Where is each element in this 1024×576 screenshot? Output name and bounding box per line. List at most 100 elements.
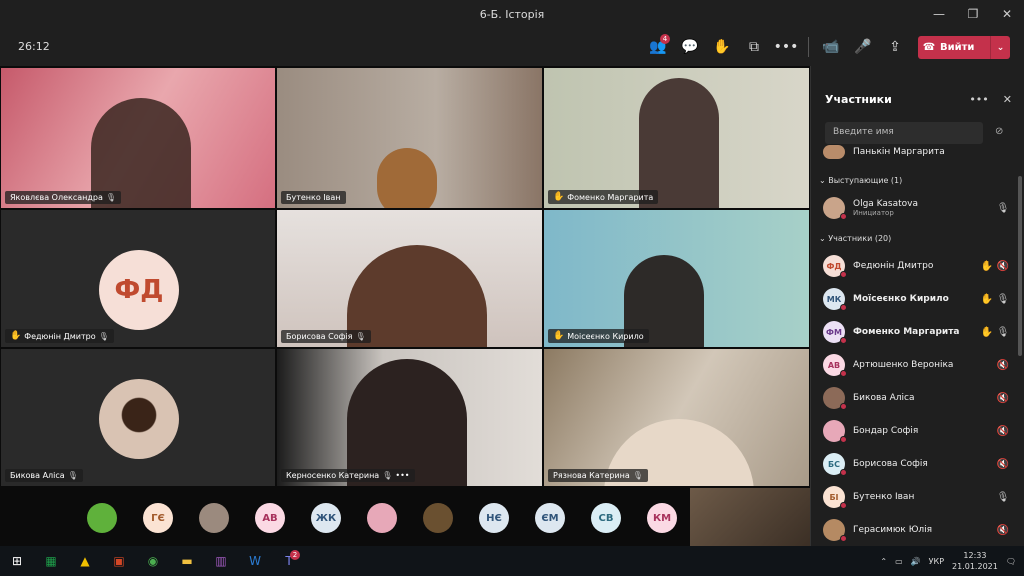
network-icon[interactable]: ▭ xyxy=(895,557,903,566)
microphone-icon[interactable]: 🎤 xyxy=(847,28,879,66)
app-icon[interactable]: ▲ xyxy=(68,546,102,576)
video-tile[interactable]: Рязнова Катерина 🎙 xyxy=(543,348,810,487)
minimize-icon[interactable]: — xyxy=(922,0,956,28)
video-tile[interactable]: Бутенко Іван xyxy=(276,67,543,209)
mic-muted-icon[interactable]: 🔇 xyxy=(995,426,1011,437)
status-dot xyxy=(840,271,847,278)
mic-icon[interactable]: 🎙 xyxy=(995,492,1011,503)
leave-button[interactable]: ☎ Вийти ⌄ xyxy=(918,36,1010,59)
participant-label: Керносенко Катерина 🎙 ••• xyxy=(281,469,415,482)
status-dot xyxy=(840,304,847,311)
mic-muted-icon[interactable]: 🔇 xyxy=(995,459,1011,470)
avatar[interactable] xyxy=(367,503,397,533)
more-actions-icon[interactable]: ••• xyxy=(770,28,802,66)
close-panel-icon[interactable]: ✕ xyxy=(1003,93,1012,106)
system-tray: ⌃ ▭ 🔊 УКР 12:33 21.01.2021 🗨 xyxy=(880,546,1024,576)
mic-muted-icon[interactable]: 🔇 xyxy=(995,393,1011,404)
chrome-icon[interactable]: ◉ xyxy=(136,546,170,576)
avatar[interactable]: ЄМ xyxy=(535,503,565,533)
avatar[interactable]: СВ xyxy=(591,503,621,533)
raised-hand-icon: ✋ xyxy=(553,331,565,341)
presenters-header[interactable]: ⌄ Выступающие (1) xyxy=(819,176,902,185)
avatar[interactable] xyxy=(87,503,117,533)
avatar[interactable]: КМ xyxy=(647,503,677,533)
avatar[interactable]: ЖК xyxy=(311,503,341,533)
camera-icon[interactable]: 📹 xyxy=(815,28,847,66)
list-item[interactable]: БІ Бутенко Іван 🎙 xyxy=(823,485,1011,509)
video-tile[interactable]: ✋ Мoісеєнко Кирило xyxy=(543,209,810,348)
list-item[interactable]: ФМ Фоменко Маргарита ✋ 🎙 xyxy=(823,320,1011,344)
mic-muted-icon[interactable]: 🔇 xyxy=(995,261,1011,272)
list-item[interactable]: Бикова Аліса 🔇 xyxy=(823,386,1011,410)
list-item[interactable]: ФД Федюнін Дмитро ✋ 🔇 xyxy=(823,254,1011,278)
list-item[interactable]: АВ Артюшенко Вероніка 🔇 xyxy=(823,353,1011,377)
mic-muted-icon[interactable]: 🔇 xyxy=(995,525,1011,536)
avatar-initials: АВ xyxy=(827,360,841,370)
scrollbar[interactable] xyxy=(1018,176,1022,356)
attendees-header[interactable]: ⌄ Участники (20) xyxy=(819,234,891,243)
start-icon[interactable]: ⊞ xyxy=(0,546,34,576)
avatar-initials: МК xyxy=(826,294,842,304)
video-tile[interactable]: Бикова Аліса 🎙 xyxy=(0,348,276,487)
winrar-icon[interactable]: ▥ xyxy=(204,546,238,576)
avatar[interactable]: НЄ xyxy=(479,503,509,533)
share-screen-icon[interactable]: ⇪ xyxy=(879,28,911,66)
avatar[interactable] xyxy=(423,503,453,533)
video-tile[interactable]: Керносенко Катерина 🎙 ••• xyxy=(276,348,543,487)
self-video-preview[interactable] xyxy=(690,488,810,546)
video-tile[interactable]: Яковлєва Олександра 🎙 xyxy=(0,67,276,209)
clock[interactable]: 12:33 21.01.2021 xyxy=(952,550,998,572)
avatar xyxy=(99,379,179,459)
mic-muted-icon: 🎙 xyxy=(98,331,109,341)
mic-icon[interactable]: 🎙 xyxy=(995,203,1011,214)
teams-icon[interactable]: T2 xyxy=(272,546,306,576)
chat-icon[interactable]: 💬 xyxy=(674,28,706,66)
list-item[interactable]: БС Борисова Софія 🔇 xyxy=(823,452,1011,476)
list-item[interactable]: Бондар Софія 🔇 xyxy=(823,419,1011,443)
avatar[interactable]: АВ xyxy=(255,503,285,533)
avatar: БС xyxy=(823,453,847,476)
language-indicator[interactable]: УКР xyxy=(929,557,944,566)
chevron-down-icon[interactable]: ⌄ xyxy=(990,36,1010,59)
volume-icon[interactable]: 🔊 xyxy=(911,557,921,566)
video-tile[interactable]: ✋ Фоменко Маргарита xyxy=(543,67,810,209)
avatar[interactable]: ГЄ xyxy=(143,503,173,533)
avatar[interactable] xyxy=(199,503,229,533)
share-link-icon[interactable]: ⊘ xyxy=(995,126,1003,137)
video-tile[interactable]: ФД ✋ Федюнін Дмитро 🎙 xyxy=(0,209,276,348)
status-dot xyxy=(840,469,847,476)
avatar xyxy=(823,387,847,410)
list-item[interactable]: МК Моїсеєнко Кирило ✋ 🎙 xyxy=(823,287,1011,311)
avatar-initials: ФМ xyxy=(826,327,842,337)
participant-label: ✋ Фоменко Маргарита xyxy=(548,190,659,204)
notifications-icon[interactable]: 🗨 xyxy=(1006,557,1016,566)
breakout-icon[interactable]: ⧉ xyxy=(738,28,770,66)
excel-icon[interactable]: ▦ xyxy=(34,546,68,576)
participants-icon[interactable]: 👥 4 xyxy=(642,28,674,66)
more-options-icon[interactable]: ••• xyxy=(969,93,988,106)
mic-muted-icon[interactable]: 🔇 xyxy=(995,360,1011,371)
window-controls: — ❐ ✕ xyxy=(922,0,1024,28)
close-window-icon[interactable]: ✕ xyxy=(990,0,1024,28)
raised-hand-icon: ✋ xyxy=(10,331,22,341)
status-dot xyxy=(840,502,847,509)
file-explorer-icon[interactable]: ▬ xyxy=(170,546,204,576)
mic-muted-icon: 🎙 xyxy=(382,471,393,480)
video-tile[interactable]: Борисова Софія 🎙 xyxy=(276,209,543,348)
raise-hand-icon[interactable]: ✋ xyxy=(706,28,738,66)
call-toolbar: 👥 4 💬 ✋ ⧉ ••• 📹 🎤 ⇪ xyxy=(642,28,911,66)
list-item-cut[interactable]: Панькін Маргарита xyxy=(823,144,1011,160)
powerpoint-icon[interactable]: ▣ xyxy=(102,546,136,576)
search-input[interactable]: Введите имя xyxy=(825,122,983,144)
more-icon[interactable]: ••• xyxy=(395,471,409,480)
chevron-up-icon[interactable]: ⌃ xyxy=(880,557,887,566)
list-item[interactable]: Olga Kasatova Инициатор 🎙 xyxy=(823,194,1011,222)
list-item[interactable]: Герасимюк Юлія 🔇 xyxy=(823,518,1011,542)
mic-icon[interactable]: 🎙 xyxy=(995,294,1011,305)
avatar-initials: БІ xyxy=(829,492,839,502)
maximize-icon[interactable]: ❐ xyxy=(956,0,990,28)
panel-controls: ••• ✕ xyxy=(969,93,1012,106)
word-icon[interactable]: W xyxy=(238,546,272,576)
mic-icon[interactable]: 🎙 xyxy=(995,327,1011,338)
participant-label: Бутенко Іван xyxy=(281,191,346,204)
